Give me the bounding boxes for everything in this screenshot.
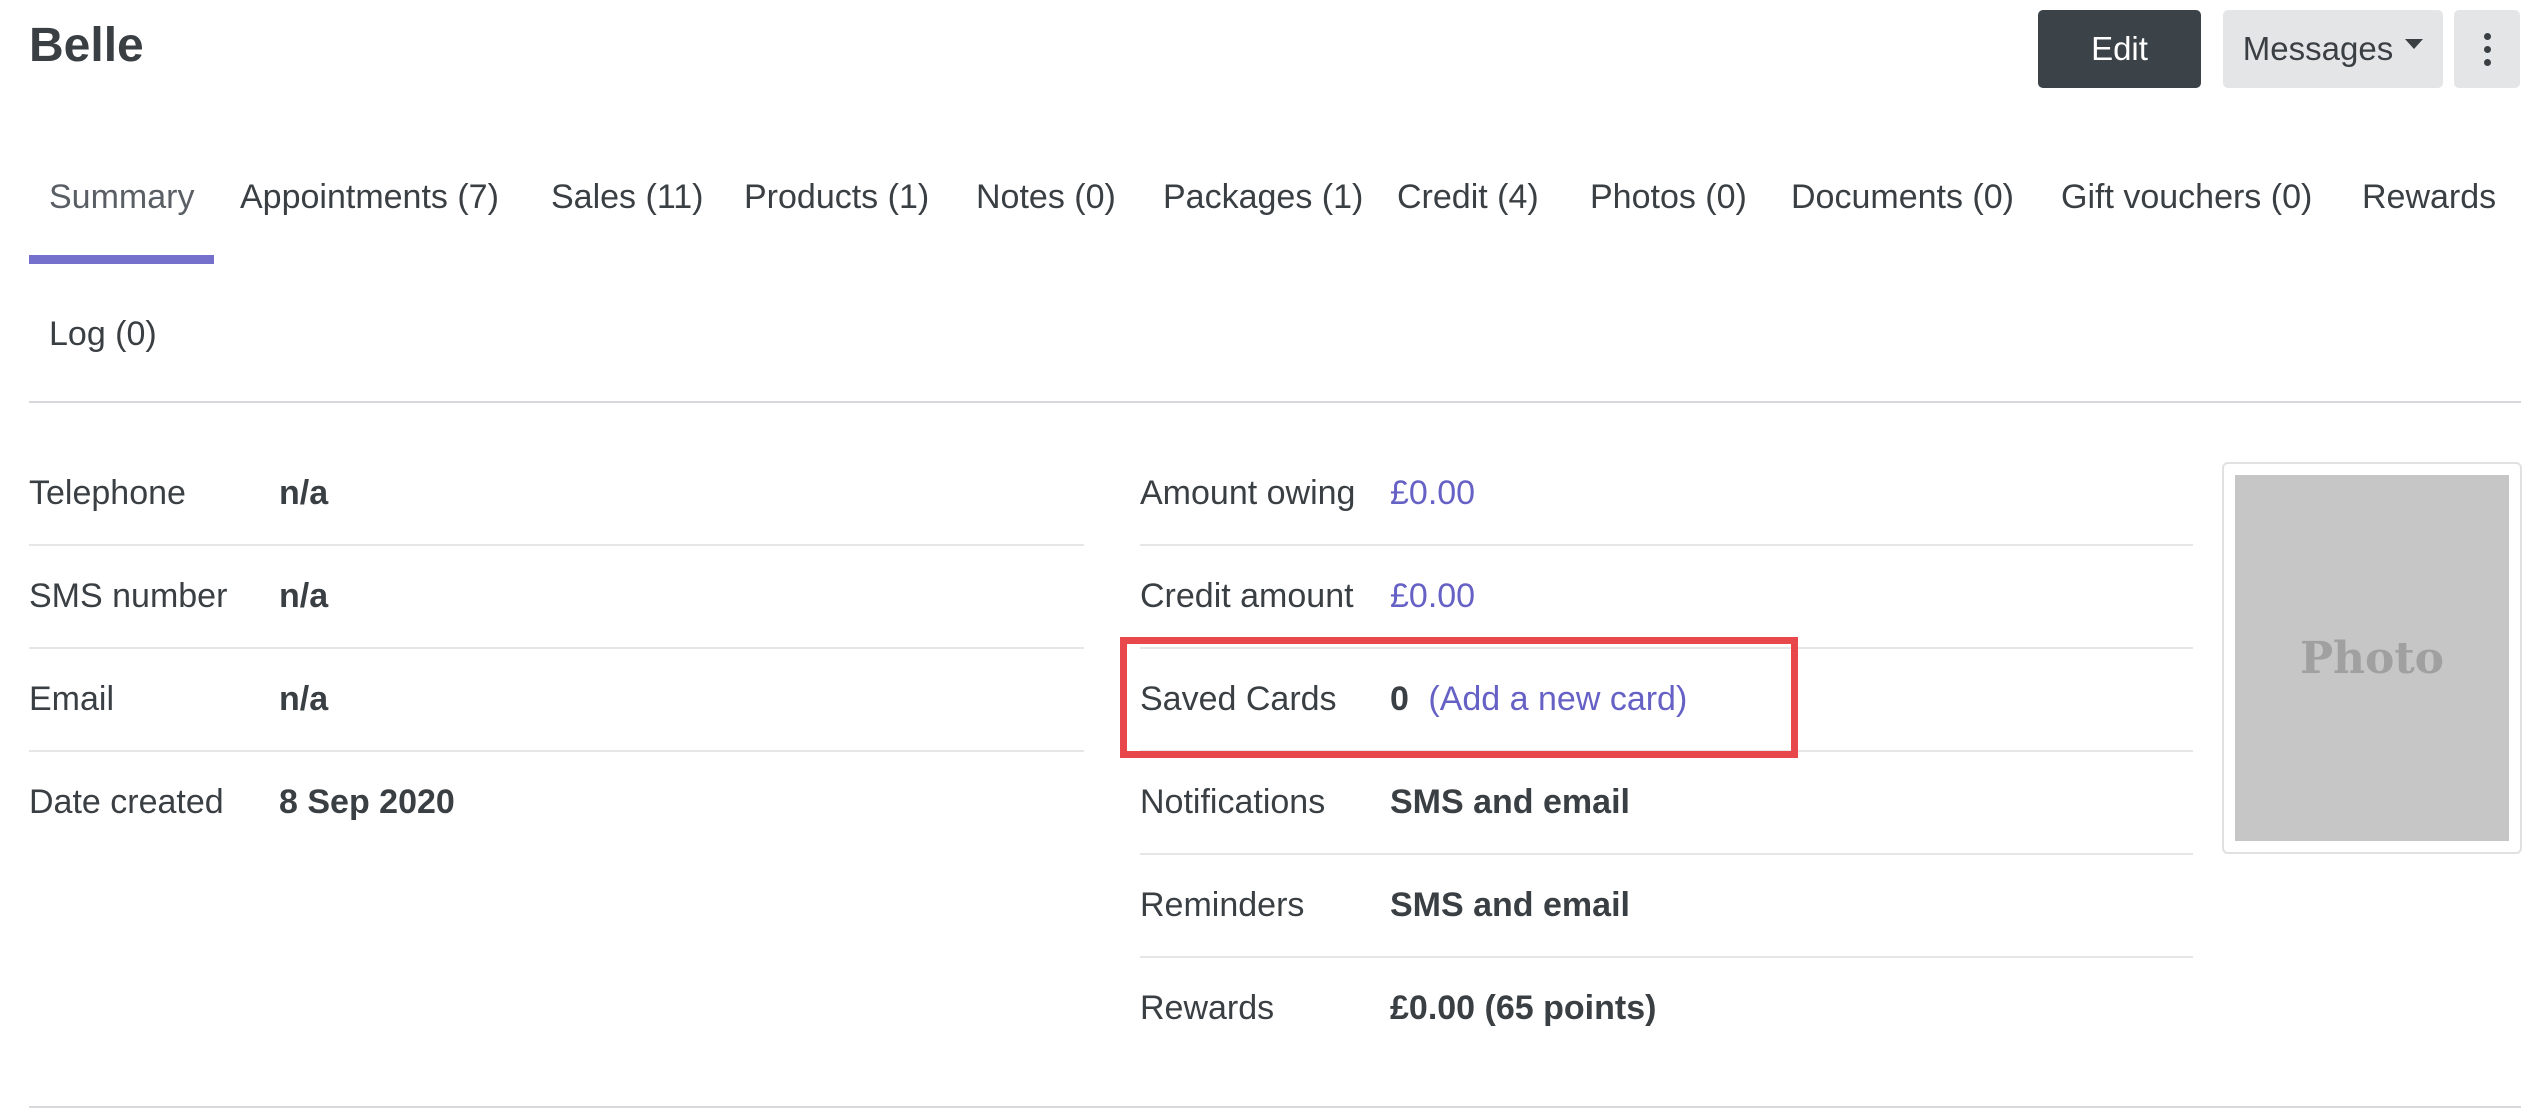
tab-sales[interactable]: Sales (11) [551, 167, 703, 227]
notifications-row: Notifications SMS and email [1140, 752, 2193, 855]
sms-number-row: SMS number n/a [29, 546, 1084, 649]
notifications-label: Notifications [1140, 783, 1326, 821]
messages-button-label: Messages [2242, 30, 2394, 67]
tab-packages[interactable]: Packages (1) [1163, 167, 1363, 227]
tab-rewards[interactable]: Rewards [2362, 167, 2496, 227]
messages-dropdown-button[interactable]: Messages [2223, 10, 2443, 88]
rewards-label: Rewards [1140, 989, 1275, 1027]
client-summary-page: Belle Edit Messages Summary Appointments… [0, 0, 2545, 1119]
telephone-row: Telephone n/a [29, 443, 1084, 546]
notifications-value: SMS and email [1390, 783, 1630, 821]
caret-down-icon [2405, 39, 2424, 49]
active-tab-indicator [29, 255, 214, 264]
email-value: n/a [279, 680, 329, 718]
saved-cards-highlight-box [1120, 637, 1798, 758]
amount-owing-label: Amount owing [1140, 474, 1356, 512]
tab-gift-vouchers[interactable]: Gift vouchers (0) [2061, 167, 2312, 227]
amount-owing-link[interactable]: £0.00 [1390, 443, 1475, 543]
more-options-button[interactable] [2454, 10, 2520, 88]
tab-documents[interactable]: Documents (0) [1791, 167, 2014, 227]
rewards-row: Rewards £0.00 (65 points) [1140, 958, 2193, 1061]
credit-amount-row: Credit amount £0.00 [1140, 546, 2193, 649]
edit-button[interactable]: Edit [2038, 10, 2201, 88]
tab-summary[interactable]: Summary [49, 167, 194, 227]
section-divider [29, 1106, 2521, 1108]
rewards-value: £0.00 (65 points) [1390, 989, 1657, 1027]
amount-owing-row: Amount owing £0.00 [1140, 443, 2193, 546]
vertical-ellipsis-icon [2483, 32, 2491, 40]
credit-amount-link[interactable]: £0.00 [1390, 546, 1475, 646]
tab-log[interactable]: Log (0) [49, 304, 157, 364]
date-created-value: 8 Sep 2020 [279, 783, 455, 821]
tabs-divider [29, 401, 2521, 403]
credit-amount-label: Credit amount [1140, 577, 1354, 615]
tab-notes[interactable]: Notes (0) [976, 167, 1116, 227]
telephone-value: n/a [279, 474, 329, 512]
tab-products[interactable]: Products (1) [744, 167, 929, 227]
sms-number-label: SMS number [29, 577, 228, 615]
client-photo-frame[interactable]: Photo [2222, 462, 2522, 854]
email-label: Email [29, 680, 115, 718]
tab-credit[interactable]: Credit (4) [1397, 167, 1539, 227]
date-created-row: Date created 8 Sep 2020 [29, 752, 1084, 855]
reminders-row: Reminders SMS and email [1140, 855, 2193, 958]
telephone-label: Telephone [29, 474, 186, 512]
reminders-value: SMS and email [1390, 886, 1630, 924]
photo-placeholder: Photo [2235, 475, 2509, 841]
reminders-label: Reminders [1140, 886, 1305, 924]
tab-photos[interactable]: Photos (0) [1590, 167, 1747, 227]
sms-number-value: n/a [279, 577, 329, 615]
vertical-ellipsis-icon [2483, 58, 2491, 66]
date-created-label: Date created [29, 783, 224, 821]
email-row: Email n/a [29, 649, 1084, 752]
tab-appointments[interactable]: Appointments (7) [240, 167, 499, 227]
vertical-ellipsis-icon [2483, 45, 2491, 53]
page-title: Belle [29, 19, 144, 72]
